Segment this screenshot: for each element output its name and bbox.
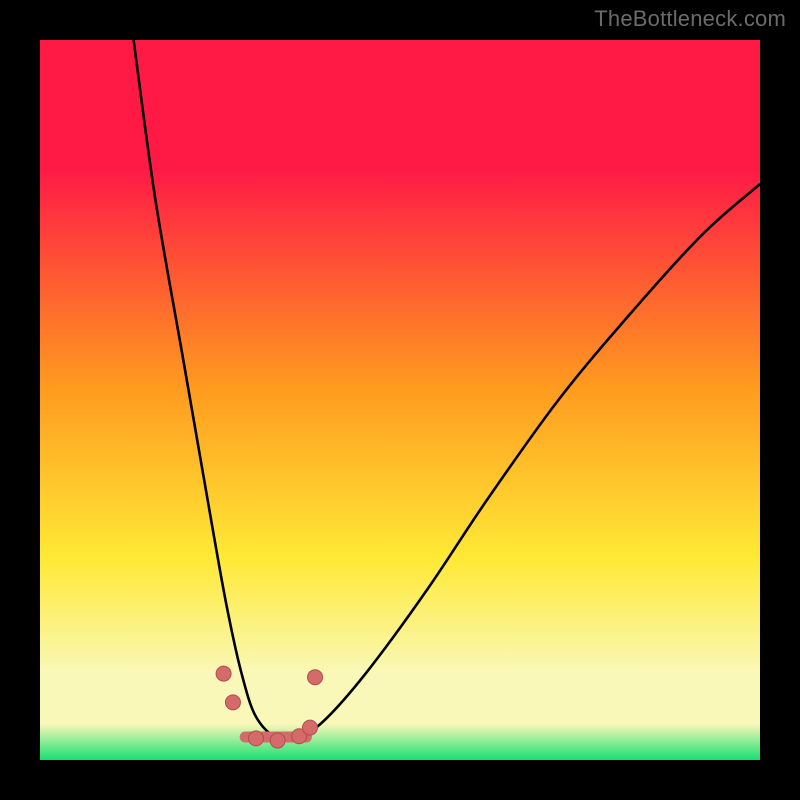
curve-marker (216, 666, 231, 681)
curve-marker (249, 731, 264, 746)
watermark-text: TheBottleneck.com (594, 6, 786, 32)
chart-frame: TheBottleneck.com (0, 0, 800, 800)
plot-area (40, 40, 760, 760)
curve-marker (225, 695, 240, 710)
bottleneck-curve (134, 40, 760, 741)
curve-marker (270, 733, 285, 748)
curve-marker (303, 720, 318, 735)
curve-marker (308, 670, 323, 685)
curve-layer (40, 40, 760, 760)
